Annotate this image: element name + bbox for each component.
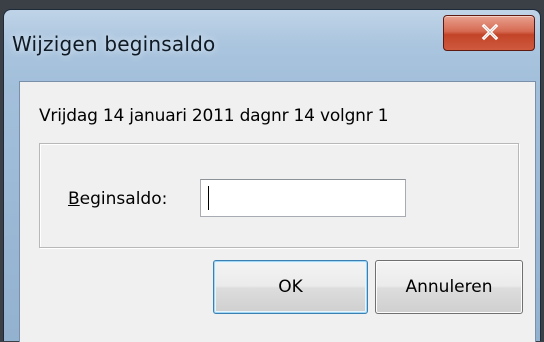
title-bar[interactable]: Wijzigen beginsaldo (4, 10, 540, 80)
cancel-button[interactable]: Annuleren (375, 260, 523, 314)
ok-button[interactable]: OK (213, 260, 368, 314)
text-caret (208, 186, 209, 210)
window-title: Wijzigen beginsaldo (12, 32, 216, 56)
beginsaldo-input[interactable] (200, 179, 406, 217)
dialog-client-area: Vrijdag 14 januari 2011 dagnr 14 volgnr … (19, 81, 536, 342)
label-text: eginsaldo: (79, 189, 168, 209)
dialog-window: Wijzigen beginsaldo Vrijdag 14 januari 2… (3, 9, 541, 342)
close-button[interactable] (443, 15, 535, 51)
date-info-text: Vrijdag 14 januari 2011 dagnr 14 volgnr … (39, 106, 389, 126)
label-mnemonic: B (68, 189, 80, 209)
close-icon (481, 23, 499, 41)
beginsaldo-label: Beginsaldo: (68, 189, 167, 209)
